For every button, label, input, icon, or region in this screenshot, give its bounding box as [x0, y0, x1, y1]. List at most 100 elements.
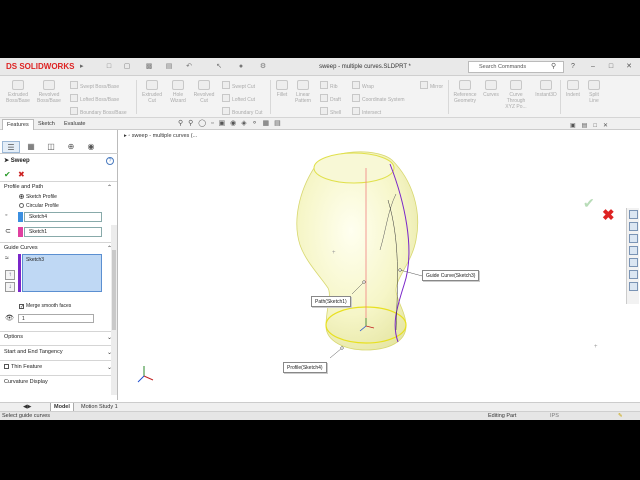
custom-properties-icon[interactable]	[628, 270, 638, 279]
status-units[interactable]: IPS	[550, 412, 559, 420]
extruded-boss-button[interactable]: Extruded Boss/Base	[4, 80, 32, 104]
undo-icon[interactable]: ↶	[184, 62, 194, 72]
menu-expand-icon[interactable]: ▸	[80, 61, 88, 73]
reference-geometry-button[interactable]: Reference Geometry	[450, 80, 480, 104]
graphics-area[interactable]: + +	[120, 130, 640, 402]
options-gear-icon[interactable]: ⚙	[258, 62, 268, 72]
profile-and-path-header[interactable]: Profile and Path ⌃	[4, 184, 114, 191]
feature-tree-tab-icon[interactable]: ☰	[2, 141, 20, 153]
instant3d-button[interactable]: Instant3D	[532, 80, 560, 98]
tab-features[interactable]: Features	[2, 119, 34, 130]
mirror-button[interactable]: Mirror	[420, 81, 443, 90]
help-icon[interactable]: ?	[568, 61, 578, 73]
move-down-button[interactable]: ↓	[5, 282, 15, 292]
split-line-icon	[588, 80, 600, 90]
lofted-cut-button[interactable]: Lofted Cut	[222, 94, 255, 103]
appearances-icon[interactable]	[628, 258, 638, 267]
curvature-display-header[interactable]: Curvature Display	[4, 379, 114, 385]
curve-through-xyz-button[interactable]: Curve Through XYZ Po...	[502, 80, 530, 110]
tangency-header[interactable]: Start and End Tangency ⌄	[4, 349, 114, 356]
shell-button[interactable]: Shell	[320, 107, 341, 116]
section-spin-box[interactable]: 1	[18, 314, 94, 323]
curves-button[interactable]: Curves	[480, 80, 502, 98]
swept-boss-button[interactable]: Swept Boss/Base	[70, 81, 119, 90]
indent-button[interactable]: Indent	[562, 80, 584, 98]
revolved-boss-button[interactable]: Revolved Boss/Base	[34, 80, 64, 104]
fillet-button[interactable]: Fillet	[272, 80, 292, 98]
boundary-cut-button[interactable]: Boundary Cut	[222, 107, 263, 116]
configuration-manager-tab-icon[interactable]: ◫	[42, 141, 60, 153]
file-explorer-icon[interactable]	[628, 246, 638, 255]
path-selection-field[interactable]: Sketch1	[24, 227, 102, 237]
circular-profile-radio[interactable]: Circular Profile	[19, 203, 59, 209]
hole-wizard-button[interactable]: Hole Wizard	[166, 80, 190, 104]
thin-feature-checkbox[interactable]	[4, 364, 9, 369]
feature-tree-flyout[interactable]: ▸ ◦ sweep - multiple curves (...	[124, 133, 197, 139]
profile-callout[interactable]: Profile(Sketch4)	[283, 362, 327, 373]
boundary-boss-button[interactable]: Boundary Boss/Base	[70, 107, 127, 116]
home-icon[interactable]	[628, 210, 638, 219]
divider	[0, 345, 117, 346]
dimxpert-tab-icon[interactable]: ⊕	[62, 141, 80, 153]
extruded-cut-button[interactable]: Extruded Cut	[138, 80, 166, 104]
close-icon[interactable]: ✕	[624, 61, 634, 73]
heads-up-view-toolbar[interactable]: ⚲⚲◯▫▣◉◈⚬▦▤	[178, 119, 286, 127]
guide-curve-item[interactable]: Sketch3	[26, 257, 44, 263]
rib-button[interactable]: Rib	[320, 81, 338, 90]
select-icon[interactable]: ↖	[214, 62, 224, 72]
thin-feature-header[interactable]: Thin Feature ⌄	[4, 364, 114, 371]
tab-evaluate[interactable]: Evaluate	[60, 119, 89, 130]
design-library-icon[interactable]	[628, 234, 638, 243]
swept-cut-button[interactable]: Swept Cut	[222, 81, 255, 90]
minimize-icon[interactable]: –	[588, 61, 598, 73]
move-up-button[interactable]: ↑	[5, 270, 15, 280]
ok-button[interactable]: ✔	[4, 170, 11, 179]
search-icon[interactable]: ⚲	[551, 62, 556, 70]
model-view[interactable]: + +	[120, 130, 640, 402]
chevron-up-icon: ⌃	[106, 185, 112, 191]
options-header[interactable]: Options ⌄	[4, 334, 114, 341]
viewport-window-controls[interactable]: ▣▤□✕	[570, 122, 614, 129]
tab-sketch[interactable]: Sketch	[34, 119, 59, 130]
path-callout[interactable]: Path(Sketch1)	[311, 296, 351, 307]
help-icon[interactable]: ?	[106, 157, 114, 165]
confirm-cancel-icon[interactable]: ✖	[602, 206, 615, 224]
profile-selection-field[interactable]: Sketch4	[24, 212, 102, 222]
forum-icon[interactable]	[628, 282, 638, 291]
guide-curves-list[interactable]: Sketch3	[22, 254, 102, 292]
resources-icon[interactable]	[628, 222, 638, 231]
panel-scroll-thumb[interactable]	[112, 250, 116, 330]
search-commands-input[interactable]: Search Commands	[468, 61, 564, 73]
wrap-button[interactable]: Wrap	[352, 81, 374, 90]
sketch-profile-radio[interactable]: Sketch Profile	[19, 194, 57, 200]
property-manager-tab-icon[interactable]: ▦	[22, 141, 40, 153]
document-tabs: ◀▶ Model Motion Study 1	[0, 402, 640, 412]
new-document-icon[interactable]: □	[104, 62, 114, 72]
guide-curve-callout[interactable]: Guide Curve(Sketch3)	[422, 270, 480, 281]
save-icon[interactable]: ▩	[144, 62, 154, 72]
restore-icon[interactable]: □	[606, 61, 616, 73]
rebuild-indicator-icon[interactable]: ✎	[618, 412, 623, 420]
display-manager-tab-icon[interactable]: ◉	[82, 141, 100, 153]
open-icon[interactable]: ▢	[122, 62, 132, 72]
draft-button[interactable]: Draft	[320, 94, 341, 103]
print-icon[interactable]: ▤	[164, 62, 174, 72]
intersect-button[interactable]: Intersect	[352, 107, 381, 116]
path-icon: ⊂	[5, 228, 11, 235]
divider	[0, 242, 117, 243]
revolved-cut-button[interactable]: Revolved Cut	[190, 80, 218, 104]
origin-marker: +	[332, 250, 336, 256]
solidworks-logo[interactable]: DS SOLIDWORKS	[2, 60, 78, 74]
coordinate-system-button[interactable]: Coordinate System	[352, 94, 405, 103]
confirm-ok-icon[interactable]: ✔	[583, 195, 595, 212]
rebuild-icon[interactable]: ●	[236, 62, 246, 72]
revolve-icon	[43, 80, 55, 90]
cancel-button[interactable]: ✖	[18, 170, 25, 179]
guide-curves-header[interactable]: Guide Curves ⌃	[4, 245, 114, 252]
linear-pattern-button[interactable]: Linear Pattern	[292, 80, 314, 104]
sweep-title: ➤ Sweep	[4, 158, 30, 164]
lofted-boss-button[interactable]: Lofted Boss/Base	[70, 94, 119, 103]
show-sections-icon[interactable]: 👁	[5, 314, 14, 322]
merge-smooth-faces-checkbox[interactable]: ✓ Merge smooth faces	[19, 303, 71, 310]
split-line-button[interactable]: Split Line	[584, 80, 604, 104]
